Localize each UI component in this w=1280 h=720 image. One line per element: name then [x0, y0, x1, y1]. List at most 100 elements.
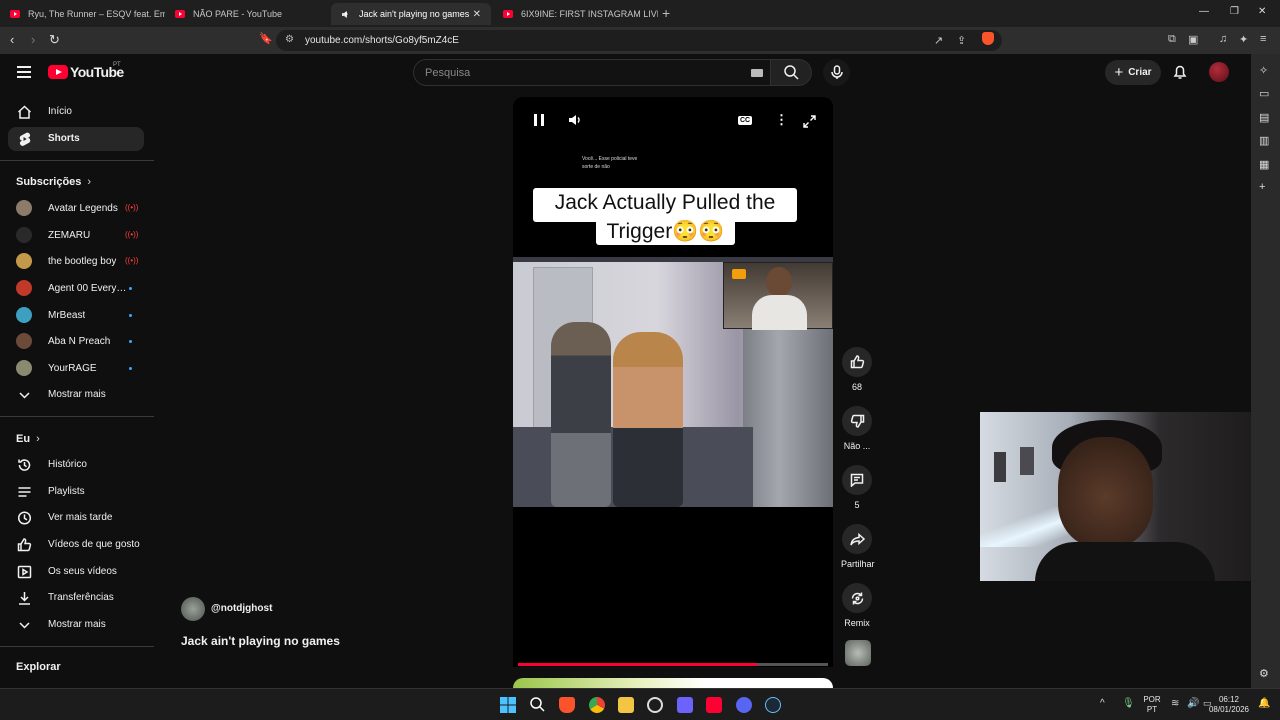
- music-icon[interactable]: ♫: [1219, 33, 1227, 45]
- brave-browser-icon[interactable]: [559, 697, 575, 713]
- back-icon[interactable]: ‹: [10, 32, 14, 47]
- author-handle[interactable]: @notdjghost: [211, 603, 272, 614]
- leo-ai-icon[interactable]: ✧: [1259, 64, 1268, 77]
- more-options-icon[interactable]: ⋮: [775, 112, 788, 128]
- volume-icon[interactable]: [568, 113, 582, 127]
- create-button[interactable]: + Criar: [1105, 60, 1161, 85]
- sidebar-item-home[interactable]: Início: [8, 100, 144, 124]
- tv-icon[interactable]: ▭: [1259, 87, 1269, 100]
- share-icon[interactable]: ⇪: [957, 34, 966, 47]
- sidebar-item-playlists[interactable]: Playlists: [8, 480, 144, 504]
- like-button[interactable]: 68: [841, 347, 873, 392]
- file-explorer-icon[interactable]: [618, 697, 634, 713]
- voice-search-button[interactable]: [823, 59, 850, 86]
- remix-button[interactable]: Remix: [841, 583, 873, 628]
- next-short-preview[interactable]: [513, 678, 833, 688]
- subscription-item[interactable]: YourRAGE: [8, 357, 144, 379]
- shorts-video-player[interactable]: CC ⋮ Você... Esse policial teve sorte de…: [513, 97, 833, 667]
- wallet-icon[interactable]: ▤: [1259, 111, 1269, 124]
- add-panel-icon[interactable]: +: [1259, 181, 1265, 193]
- menu-icon[interactable]: ≡: [1260, 33, 1266, 45]
- keyboard-icon[interactable]: [751, 69, 763, 77]
- dislike-button[interactable]: Não ...: [841, 406, 873, 451]
- hamburger-menu-icon[interactable]: [17, 66, 31, 78]
- pause-icon[interactable]: [533, 113, 545, 127]
- minimize-icon[interactable]: —: [1199, 6, 1209, 17]
- chrome-icon[interactable]: [589, 697, 605, 713]
- fullscreen-icon[interactable]: [803, 115, 816, 128]
- site-settings-icon[interactable]: ⚙: [285, 34, 294, 45]
- extensions-icon[interactable]: ⧉: [1168, 33, 1176, 46]
- share-circle[interactable]: [842, 524, 872, 554]
- browser-tab[interactable]: Ryu, The Runner – ESQV feat. Emitê: [0, 3, 165, 25]
- notification-center-icon[interactable]: 🔔: [1258, 698, 1270, 709]
- youtube-logo[interactable]: YouTube PT: [48, 62, 124, 80]
- sidebar-item-your-videos[interactable]: Os seus vídeos: [8, 560, 144, 584]
- bookmark-icon[interactable]: 🔖: [259, 32, 273, 45]
- search-button[interactable]: [771, 59, 812, 86]
- browser-tab[interactable]: NÃO PARE - YouTube: [165, 3, 330, 25]
- bookmarks-icon[interactable]: ▥: [1259, 134, 1269, 147]
- reading-list-icon[interactable]: ▦: [1259, 158, 1269, 171]
- subscription-item[interactable]: ZEMARU ((•)): [8, 224, 144, 246]
- notifications-bell-icon[interactable]: [1173, 64, 1187, 80]
- steam-icon[interactable]: [765, 697, 781, 713]
- reload-icon[interactable]: ↻: [49, 32, 60, 48]
- settings-gear-icon[interactable]: ⚙: [1259, 667, 1269, 680]
- explore-heading-label: Explorar: [16, 661, 61, 673]
- clock[interactable]: 06:12 08/01/2026: [1207, 695, 1251, 715]
- language-indicator[interactable]: POR PT: [1140, 695, 1164, 715]
- wifi-icon[interactable]: ≋: [1171, 698, 1179, 709]
- comments-circle[interactable]: [842, 465, 872, 495]
- video-progress-bar[interactable]: [518, 663, 828, 666]
- sidebar-item-downloads[interactable]: Transferências: [8, 586, 144, 610]
- subscription-item[interactable]: Aba N Preach: [8, 330, 144, 352]
- obs-icon[interactable]: [647, 697, 663, 713]
- gamepad-icon[interactable]: [677, 697, 693, 713]
- dislike-circle[interactable]: [842, 406, 872, 436]
- author-avatar[interactable]: [181, 597, 205, 621]
- sound-thumbnail[interactable]: [845, 640, 871, 666]
- address-bar-row: ‹ › ↻ 🔖 ⚙ youtube.com/shorts/Go8yf5mZ4cE…: [0, 27, 1280, 54]
- restore-icon[interactable]: ❐: [1230, 6, 1239, 17]
- like-circle[interactable]: [842, 347, 872, 377]
- live-icon: ((•)): [125, 230, 139, 239]
- sidebar-item-history[interactable]: Histórico: [8, 453, 144, 477]
- brave-shields-icon[interactable]: [982, 32, 994, 45]
- leo-icon[interactable]: ✦: [1239, 33, 1248, 46]
- browser-tab-active[interactable]: Jack ain't playing no games - ✕: [331, 3, 491, 25]
- subscription-item[interactable]: the bootleg boy ((•)): [8, 250, 144, 272]
- show-more-subscriptions[interactable]: Mostrar mais: [8, 383, 144, 407]
- live-icon: ((•)): [125, 256, 139, 265]
- closed-captions-icon[interactable]: CC: [738, 116, 753, 125]
- account-avatar[interactable]: [1209, 62, 1229, 82]
- microphone-tray-icon[interactable]: 🎙: [1122, 698, 1135, 709]
- volume-tray-icon[interactable]: 🔊: [1187, 698, 1199, 709]
- browser-tab[interactable]: 6IX9INE: FIRST INSTAGRAM LIVE BAC: [493, 3, 658, 25]
- url-bar[interactable]: ⚙ youtube.com/shorts/Go8yf5mZ4cE ↗ ⇪: [276, 30, 1002, 51]
- search-input[interactable]: Pesquisa: [413, 59, 771, 86]
- comments-button[interactable]: 5: [841, 465, 873, 510]
- share-button[interactable]: Partilhar: [841, 524, 875, 569]
- close-window-icon[interactable]: ✕: [1258, 6, 1266, 17]
- sidebar-item-shorts[interactable]: Shorts: [8, 127, 144, 151]
- subscriptions-heading[interactable]: Subscrições ›: [16, 176, 91, 188]
- show-hidden-icons-icon[interactable]: ^: [1100, 698, 1105, 709]
- forward-icon[interactable]: ›: [31, 32, 35, 47]
- wallet-icon[interactable]: ▣: [1188, 33, 1198, 46]
- youtube-app-icon[interactable]: [706, 697, 722, 713]
- subscription-item[interactable]: Agent 00 Everything: [8, 277, 144, 299]
- close-tab-icon[interactable]: ✕: [473, 9, 481, 20]
- show-more-you[interactable]: Mostrar mais: [8, 613, 144, 637]
- discord-icon[interactable]: [736, 697, 752, 713]
- sidebar-item-watch-later[interactable]: Ver mais tarde: [8, 506, 144, 530]
- new-tab-icon[interactable]: +: [662, 5, 670, 21]
- you-heading[interactable]: Eu ›: [16, 433, 40, 445]
- remix-circle[interactable]: [842, 583, 872, 613]
- sidebar-item-liked[interactable]: Vídeos de que gosto: [8, 533, 144, 557]
- subscription-item[interactable]: MrBeast: [8, 304, 144, 326]
- open-in-app-icon[interactable]: ↗: [934, 34, 943, 47]
- windows-start-icon[interactable]: [500, 697, 516, 713]
- taskbar-search-icon[interactable]: [530, 697, 545, 712]
- subscription-item[interactable]: Avatar Legends ((•)): [8, 197, 144, 219]
